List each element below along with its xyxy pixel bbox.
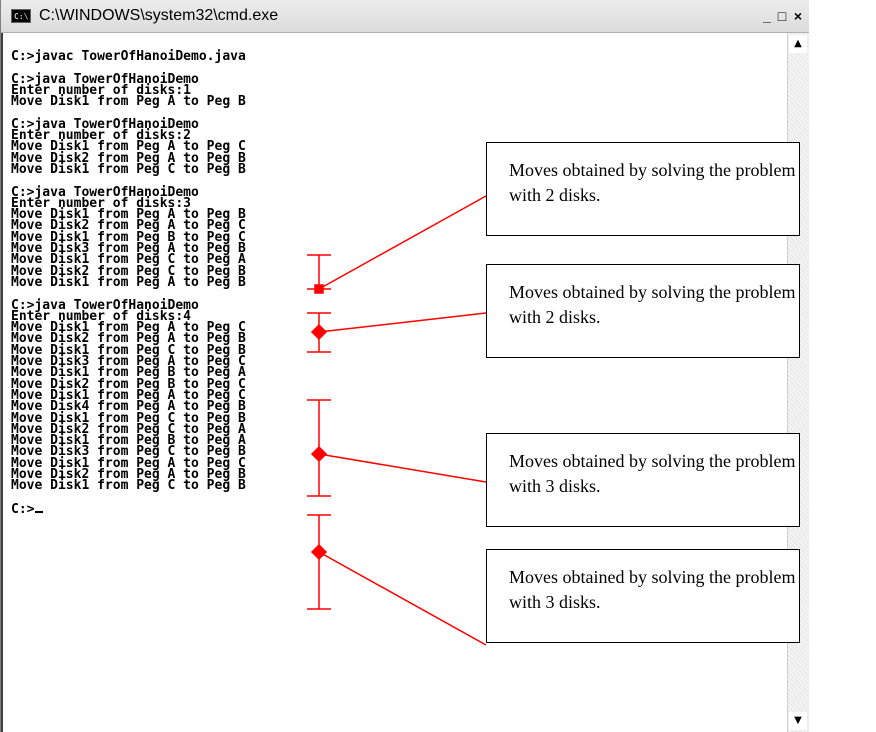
scroll-up-arrow-icon[interactable]: ▲ [789, 35, 807, 53]
annotation-callout: Moves obtained by solving the problem wi… [486, 142, 800, 236]
console-line: Move Disk1 from Peg A to Peg B [11, 274, 246, 290]
console-line: C:>javac TowerOfHanoiDemo.java [11, 49, 246, 64]
maximize-button[interactable]: □ [775, 8, 789, 24]
minimize-button[interactable]: _ [760, 8, 774, 24]
callout-text: Moves obtained by solving the problem wi… [509, 160, 796, 205]
close-button[interactable]: × [791, 8, 805, 24]
cmd-app-icon[interactable]: C:\ [11, 9, 31, 23]
callout-text: Moves obtained by solving the problem wi… [509, 567, 796, 612]
console-line: Move Disk1 from Peg C to Peg B [11, 161, 246, 177]
annotation-callout: Moves obtained by solving the problem wi… [486, 549, 800, 643]
scroll-down-arrow-icon[interactable]: ▼ [789, 712, 807, 730]
console-line: Move Disk1 from Peg A to Peg B [11, 94, 246, 110]
console-output: C:>javac TowerOfHanoiDemo.java C:>java To… [11, 49, 246, 516]
annotation-callout: Moves obtained by solving the problem wi… [486, 264, 800, 358]
console-line: C:> [11, 503, 246, 516]
callout-text: Moves obtained by solving the problem wi… [509, 451, 796, 496]
callout-text: Moves obtained by solving the problem wi… [509, 282, 796, 327]
text-cursor [35, 503, 44, 513]
title-bar[interactable]: C:\ C:\WINDOWS\system32\cmd.exe _ □ × [1, 0, 809, 33]
annotation-callout: Moves obtained by solving the problem wi… [486, 433, 800, 527]
console-line: Move Disk1 from Peg C to Peg B [11, 478, 246, 494]
window-title: C:\WINDOWS\system32\cmd.exe [39, 7, 279, 24]
